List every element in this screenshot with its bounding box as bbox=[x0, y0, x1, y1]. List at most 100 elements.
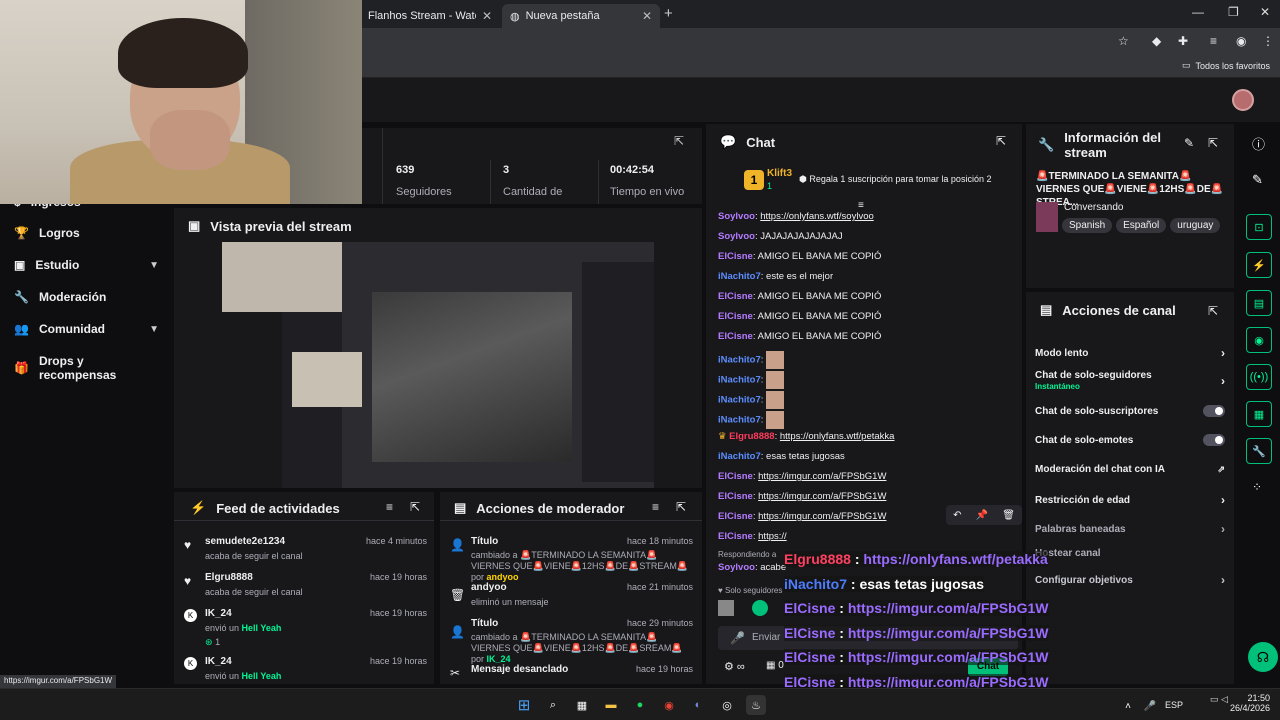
popout-icon[interactable]: ⇱ bbox=[1208, 304, 1218, 318]
chat-username[interactable]: ElCisne bbox=[718, 331, 753, 342]
extension-icon[interactable]: ◆ bbox=[1152, 34, 1161, 48]
clock[interactable]: 21:50 26/4/2026 bbox=[1228, 693, 1270, 713]
notes-button[interactable]: ▤ bbox=[1246, 290, 1272, 316]
windows-start-icon[interactable]: ⊞ bbox=[514, 695, 534, 715]
folder-icon[interactable]: ▬ bbox=[601, 695, 621, 715]
search-icon[interactable]: ⌕ bbox=[543, 695, 563, 715]
new-tab-icon[interactable]: + bbox=[664, 5, 673, 22]
mic-icon[interactable]: 🎤 bbox=[730, 631, 745, 645]
filter-icon[interactable]: ≡ bbox=[858, 200, 864, 211]
category-name[interactable]: Conversando bbox=[1064, 202, 1123, 213]
emote[interactable] bbox=[766, 351, 785, 369]
close-icon[interactable]: ✕ bbox=[482, 9, 492, 23]
chat-username[interactable]: ElCisne bbox=[718, 531, 753, 542]
popout-icon[interactable]: ⇱ bbox=[676, 500, 686, 514]
chat-link[interactable]: https:// bbox=[758, 531, 787, 542]
sidebar-item-estudio[interactable]: ▣ Estudio ▼ bbox=[14, 258, 159, 272]
browser-tab-stream[interactable]: Flanhos Stream - Watch Live on ✕ bbox=[360, 4, 500, 28]
filter-icon[interactable]: ≡ bbox=[652, 500, 659, 514]
chat-username[interactable]: Soylvoo bbox=[718, 231, 755, 242]
popout-icon[interactable]: ⇱ bbox=[674, 134, 684, 148]
language-indicator[interactable]: ESP bbox=[1165, 700, 1183, 710]
category-box-art[interactable] bbox=[1036, 202, 1058, 232]
minimize-icon[interactable]: — bbox=[1192, 5, 1204, 19]
sidebar-item-moderacion[interactable]: 🔧 Moderación bbox=[14, 290, 159, 304]
media-icon[interactable]: ≡ bbox=[1210, 34, 1217, 48]
slow-mode-row[interactable]: Modo lento › bbox=[1035, 346, 1225, 360]
chat-link[interactable]: https://imgur.com/a/FPSbG1W bbox=[758, 491, 886, 502]
sidebar-item-comunidad[interactable]: 👥 Comunidad ▼ bbox=[14, 322, 159, 336]
banned-words-row[interactable]: Palabras baneadas › bbox=[1035, 522, 1225, 536]
tag[interactable]: Español bbox=[1116, 218, 1167, 233]
emote[interactable] bbox=[766, 371, 785, 389]
chat-username[interactable]: ElCisne bbox=[718, 511, 753, 522]
subs-only-toggle[interactable] bbox=[1203, 405, 1225, 417]
host-channel-row[interactable]: Hostear canal bbox=[1035, 548, 1225, 559]
browser-tab-new[interactable]: ◍ Nueva pestaña ✕ bbox=[502, 4, 660, 28]
followers-only-row[interactable]: Chat de solo-seguidores Instantáneo › bbox=[1035, 370, 1225, 392]
chat-username[interactable]: iNachito7 bbox=[718, 355, 761, 366]
chat-username[interactable]: iNachito7 bbox=[718, 271, 761, 282]
steam-icon[interactable]: ♨ bbox=[746, 695, 766, 715]
maximize-icon[interactable]: ❐ bbox=[1228, 5, 1239, 19]
emote-only-row[interactable]: Chat de solo-emotes bbox=[1035, 434, 1225, 446]
all-favorites[interactable]: ▭ Todos los favoritos bbox=[1182, 60, 1270, 71]
chrome-icon[interactable]: ◉ bbox=[659, 695, 679, 715]
chat-link[interactable]: https://onlyfans.wtf/petakka bbox=[780, 431, 895, 442]
chat-username[interactable]: iNachito7 bbox=[718, 451, 761, 462]
close-window-icon[interactable]: ✕ bbox=[1260, 5, 1270, 19]
popout-icon[interactable]: ⇱ bbox=[1208, 136, 1218, 150]
boost-button[interactable]: ⚡ bbox=[1246, 252, 1272, 278]
points[interactable]: ▦ 0 bbox=[766, 660, 784, 671]
age-restriction-row[interactable]: Restricción de edad › bbox=[1035, 493, 1225, 507]
edit-icon[interactable]: ✎ bbox=[1184, 136, 1194, 150]
chat-username[interactable]: iNachito7 bbox=[718, 395, 761, 406]
puzzle-icon[interactable]: ✚ bbox=[1178, 34, 1188, 48]
popout-icon[interactable]: ⇱ bbox=[410, 500, 420, 514]
popout-icon[interactable]: ⇱ bbox=[996, 134, 1006, 148]
broadcast-button[interactable]: ((•)) bbox=[1246, 364, 1272, 390]
emote[interactable] bbox=[718, 600, 734, 616]
info-icon[interactable]: ⓘ bbox=[1252, 134, 1265, 153]
star-icon[interactable]: ☆ bbox=[1118, 34, 1129, 48]
tray-chevron-icon[interactable]: ˄ bbox=[1118, 696, 1138, 716]
chat-username[interactable]: iNachito7 bbox=[718, 375, 761, 386]
reply-icon[interactable]: ↶ bbox=[953, 510, 961, 521]
gift-sub-note[interactable]: ⬢ Regala 1 suscripción para tomar la pos… bbox=[799, 174, 991, 185]
chat-username[interactable]: ElCisne bbox=[718, 471, 753, 482]
more-icon[interactable]: ⁘ bbox=[1252, 480, 1262, 494]
chat-username[interactable]: ElCisne bbox=[718, 251, 753, 262]
filter-icon[interactable]: ≡ bbox=[386, 500, 393, 514]
chat-username[interactable]: ElCisne bbox=[718, 311, 753, 322]
support-icon[interactable]: ☊ bbox=[1248, 642, 1278, 672]
emote[interactable] bbox=[766, 411, 785, 429]
chat-username[interactable]: Soylvoo bbox=[718, 211, 755, 222]
discord-icon[interactable]: ◐ bbox=[688, 695, 708, 715]
emote[interactable] bbox=[766, 391, 785, 409]
chat-username[interactable]: iNachito7 bbox=[718, 415, 761, 426]
store-icon[interactable]: ▦ bbox=[572, 695, 592, 715]
chat-button[interactable]: ◉ bbox=[1246, 327, 1272, 353]
layout-button[interactable]: ▦ bbox=[1246, 401, 1272, 427]
chat-link[interactable]: https://imgur.com/a/FPSbG1W bbox=[758, 511, 886, 522]
menu-icon[interactable]: ⋮ bbox=[1262, 34, 1274, 48]
mic-icon[interactable]: 🎤 bbox=[1140, 696, 1160, 716]
chat-username[interactable]: ElCisne bbox=[718, 291, 753, 302]
leader-name[interactable]: Klift3 bbox=[767, 168, 792, 179]
ai-moderation-row[interactable]: Moderación del chat con IA ⇗ bbox=[1035, 464, 1225, 475]
edit-icon[interactable]: ✎ bbox=[1252, 172, 1263, 188]
tag[interactable]: Spanish bbox=[1062, 218, 1113, 233]
clip-button[interactable]: ⊡ bbox=[1246, 214, 1272, 240]
sidebar-item-logros[interactable]: 🏆 Logros bbox=[14, 226, 159, 240]
close-icon[interactable]: ✕ bbox=[642, 9, 652, 23]
trash-icon[interactable]: 🗑 bbox=[1002, 510, 1015, 521]
spotify-icon[interactable]: ● bbox=[630, 695, 650, 715]
chat-username[interactable]: Elgru8888 bbox=[729, 431, 774, 442]
emote-only-toggle[interactable] bbox=[1203, 434, 1225, 446]
sidebar-item-drops[interactable]: 🎁 Drops y recompensas bbox=[14, 354, 159, 382]
tag[interactable]: uruguay bbox=[1170, 218, 1221, 233]
avatar[interactable] bbox=[1232, 89, 1254, 111]
subs-only-row[interactable]: Chat de solo-suscriptores bbox=[1035, 405, 1225, 417]
profile-icon[interactable]: ◉ bbox=[1236, 34, 1246, 48]
tools-button[interactable]: 🔧 bbox=[1246, 438, 1272, 464]
